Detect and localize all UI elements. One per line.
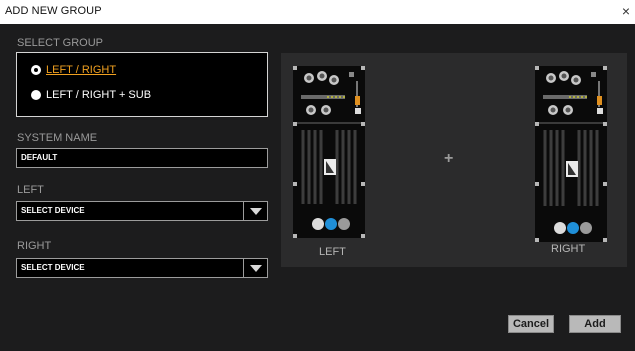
- radio-left-right-sub-label: LEFT / RIGHT + SUB: [46, 89, 152, 101]
- left-device-select[interactable]: SELECT DEVICE: [16, 201, 268, 221]
- close-icon[interactable]: ×: [622, 3, 630, 19]
- speaker-panel-icon: [296, 71, 362, 230]
- radio-left-right-sub[interactable]: LEFT / RIGHT + SUB: [31, 89, 151, 101]
- right-dropdown-button[interactable]: [243, 259, 267, 277]
- system-name-value: DEFAULT: [21, 153, 58, 162]
- right-device-select[interactable]: SELECT DEVICE: [16, 258, 268, 278]
- system-name-input[interactable]: DEFAULT: [16, 148, 268, 168]
- title-bar: ADD NEW GROUP ×: [0, 0, 635, 24]
- plus-icon: +: [444, 150, 454, 167]
- right-speaker-image: [535, 66, 607, 242]
- group-preview-panel: LEFT + RIGHT: [281, 53, 627, 267]
- select-group-box: LEFT / RIGHT LEFT / RIGHT + SUB: [16, 52, 268, 117]
- left-label: LEFT: [17, 184, 44, 196]
- right-device-value: SELECT DEVICE: [21, 263, 85, 272]
- window-title: ADD NEW GROUP: [5, 5, 102, 17]
- radio-left-right-label: LEFT / RIGHT: [46, 64, 117, 76]
- right-label: RIGHT: [17, 240, 52, 252]
- right-speaker-label: RIGHT: [551, 243, 586, 255]
- chevron-down-icon: [250, 208, 262, 215]
- add-button[interactable]: Add: [569, 315, 621, 333]
- left-dropdown-button[interactable]: [243, 202, 267, 220]
- cancel-button[interactable]: Cancel: [508, 315, 554, 333]
- system-name-label: SYSTEM NAME: [17, 132, 98, 144]
- speaker-panel-icon: [538, 71, 604, 234]
- chevron-down-icon: [250, 265, 262, 272]
- left-speaker-label: LEFT: [319, 246, 346, 258]
- left-speaker-image: [293, 66, 365, 238]
- left-device-value: SELECT DEVICE: [21, 206, 85, 215]
- radio-unselected-icon: [31, 90, 41, 100]
- select-group-label: SELECT GROUP: [17, 37, 103, 49]
- radio-selected-icon: [31, 65, 41, 75]
- radio-left-right[interactable]: LEFT / RIGHT: [31, 64, 116, 76]
